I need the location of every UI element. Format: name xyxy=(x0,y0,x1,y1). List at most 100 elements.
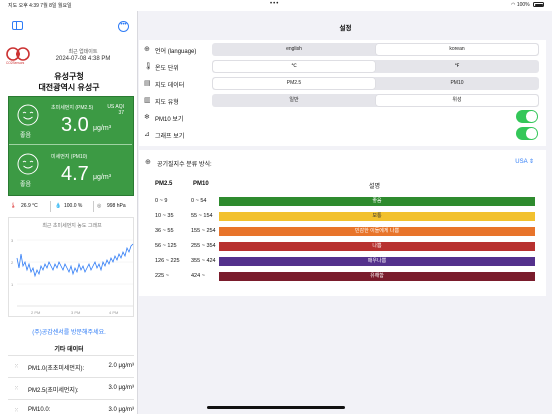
other-data-row: ⁙ PM2.5(초미세먼지): 3.0 μg/m³ xyxy=(8,377,134,399)
pm25-row: 좋음 초미세먼지 (PM2.5) US AQI 37 3.0 μg/m³ xyxy=(9,97,132,145)
show-graph-toggle[interactable] xyxy=(516,127,538,140)
smile-face-icon xyxy=(17,153,39,175)
level-pm10-range: 424 ~ xyxy=(191,273,205,279)
level-pm10-range: 255 ~ 354 xyxy=(191,243,216,249)
map-data-option-pm10[interactable]: PM10 xyxy=(376,78,538,89)
mini-x-tick: 3 PM xyxy=(71,310,80,315)
pm25-grade: 좋음 xyxy=(20,133,32,139)
mini-pm25-chart: 최근 초미세먼지 농도 그래프 3 2 1 2 PM 3 PM 4 PM xyxy=(8,217,134,317)
temp-option-celsius[interactable]: ℃ xyxy=(213,61,375,72)
pressure-value: 998 hPa xyxy=(107,203,126,209)
map-type-option-satellite[interactable]: 위성 xyxy=(376,95,538,106)
aqi-method-value: USA xyxy=(515,159,528,165)
map-type-option-normal[interactable]: 일반 xyxy=(213,95,375,106)
level-pm10-range: 55 ~ 154 xyxy=(191,213,213,219)
aqi-level-row: 126 ~ 225 355 ~ 424 매우나쁨 xyxy=(139,255,546,268)
level-pm10-range: 0 ~ 54 xyxy=(191,198,207,204)
temp-option-fahrenheit[interactable]: ℉ xyxy=(376,61,538,72)
smile-face-icon xyxy=(17,104,39,126)
home-indicator[interactable] xyxy=(207,406,345,409)
pm25-unit: μg/m³ xyxy=(93,125,112,132)
aqi-level-row: 56 ~ 125 255 ~ 354 나쁨 xyxy=(139,240,546,253)
aqi-method-label: 공기질지수 분류 방식: xyxy=(157,162,212,168)
aqi-level-row: 36 ~ 55 155 ~ 254 민감한 이들에게 나쁨 xyxy=(139,225,546,238)
setting-temperature-unit: 🌡 온도 단위 ℃ ℉ xyxy=(139,58,546,75)
setting-label: 언어 (language) xyxy=(155,49,197,55)
battery-status: ◠ 100% xyxy=(511,2,544,8)
show-pm10-toggle[interactable] xyxy=(516,110,538,123)
language-option-korean[interactable]: korean xyxy=(376,44,538,55)
pm10-grade: 좋음 xyxy=(20,182,32,188)
mini-y-tick: 2 xyxy=(11,260,14,265)
us-aqi-value: 37 xyxy=(118,110,124,116)
other-data-row: ⁙ PM1.0(초초미세먼지): 2.0 μg/m³ xyxy=(8,355,134,377)
header-description: 설명 xyxy=(369,184,381,190)
pressure-icon: ◎ xyxy=(97,203,102,209)
language-option-english[interactable]: english xyxy=(213,44,375,55)
chevron-updown-icon: ⇕ xyxy=(528,159,534,165)
other-data-label: PM10.0: xyxy=(28,407,51,413)
us-aqi: US AQI 37 xyxy=(107,104,124,116)
multitask-dots[interactable]: ••• xyxy=(270,1,279,7)
wifi-icon: ◠ xyxy=(511,2,516,8)
snowflake-icon: ❄ xyxy=(144,114,150,121)
level-pm10-range: 355 ~ 424 xyxy=(191,258,216,264)
mini-chart-plot: 3 2 1 2 PM 3 PM 4 PM xyxy=(11,238,134,315)
dots-icon: ⁙ xyxy=(14,386,20,392)
map-data-option-pm25[interactable]: PM2.5 xyxy=(213,78,375,89)
setting-label: 지도 데이터 xyxy=(155,83,185,89)
visit-company-link[interactable]: (주)공감센서를 방문해주세요. xyxy=(0,327,137,336)
setting-map-type: ▥ 지도 유형 일반 위성 xyxy=(139,92,546,109)
level-pm25-range: 126 ~ 225 xyxy=(155,258,180,264)
air-quality-panel: 좋음 초미세먼지 (PM2.5) US AQI 37 3.0 μg/m³ 좋음 … xyxy=(8,96,134,196)
thermometer-icon: 🌡 xyxy=(144,63,153,70)
humidity-icon: 💧 xyxy=(55,203,62,209)
setting-label: 그래프 보기 xyxy=(155,134,185,140)
level-pm25-range: 36 ~ 55 xyxy=(155,228,174,234)
divider xyxy=(50,201,51,212)
station-name: 유성구청 xyxy=(54,72,84,81)
level-color-bar: 매우나쁨 xyxy=(219,257,535,266)
level-color-bar: 유해함 xyxy=(219,272,535,281)
map-icon: ▥ xyxy=(144,97,151,104)
mini-y-tick: 3 xyxy=(11,238,14,243)
sidebar-toggle-icon[interactable] xyxy=(12,21,23,30)
divider xyxy=(93,201,94,212)
mini-x-tick: 2 PM xyxy=(31,310,40,315)
level-color-bar: 좋음 xyxy=(219,197,535,206)
battery-icon xyxy=(533,2,544,7)
aqi-level-row: 225 ~ 424 ~ 유해함 xyxy=(139,270,546,283)
other-data-value: 3.0 μg/m³ xyxy=(108,407,134,413)
weather-row: 🌡 26.9 °C 💧 100.0 % ◎ 998 hPa xyxy=(8,199,134,214)
other-data-title: 기타 데이터 xyxy=(54,347,84,353)
status-bar: 지도 오후 4:39 7월 8일 월요일 ••• ◠ 100% xyxy=(0,0,552,11)
crosshair-icon: ⊕ xyxy=(145,159,151,166)
temperature-value: 26.9 °C xyxy=(21,203,38,209)
header-pm10: PM10 xyxy=(193,181,209,187)
level-color-bar: 나쁨 xyxy=(219,242,535,251)
setting-show-graph: ⊿ 그래프 보기 xyxy=(139,126,546,143)
humidity-value: 100.0 % xyxy=(64,203,83,209)
mini-x-tick: 4 PM xyxy=(109,310,118,315)
settings-card: ⊕ 언어 (language) english korean 🌡 온도 단위 ℃… xyxy=(139,40,546,146)
map-type-segmented-control: 일반 위성 xyxy=(212,94,539,107)
globe-icon: ⊕ xyxy=(144,46,150,53)
aqi-method-select[interactable]: USA ⇕ xyxy=(515,158,534,165)
other-data-value: 2.0 μg/m³ xyxy=(108,363,134,369)
status-time: 지도 오후 4:39 7월 8일 월요일 xyxy=(8,3,72,9)
pm10-row: 좋음 미세먼지 (PM10) 4.7 μg/m³ xyxy=(9,146,132,194)
setting-label: PM10 보기 xyxy=(155,117,184,123)
level-pm25-range: 56 ~ 125 xyxy=(155,243,177,249)
update-label: 최근 업데이트 xyxy=(68,49,98,55)
level-color-bar: 민감한 이들에게 나쁨 xyxy=(219,227,535,236)
pm25-value: 3.0 xyxy=(61,114,89,136)
chart-icon: ⊿ xyxy=(144,131,150,138)
data-icon: ▤ xyxy=(144,80,151,87)
update-time: 2024-07-08 4:38 PM xyxy=(55,56,111,62)
pm10-value: 4.7 xyxy=(61,163,89,185)
other-data-row: ⁙ PM10.0: 3.0 μg/m³ xyxy=(8,399,134,414)
station-region: 대전광역시 유성구 xyxy=(38,83,100,92)
other-data-value: 3.0 μg/m³ xyxy=(108,385,134,391)
setting-map-data: ▤ 지도 데이터 PM2.5 PM10 xyxy=(139,75,546,92)
more-options-icon[interactable]: ••• xyxy=(118,21,129,32)
